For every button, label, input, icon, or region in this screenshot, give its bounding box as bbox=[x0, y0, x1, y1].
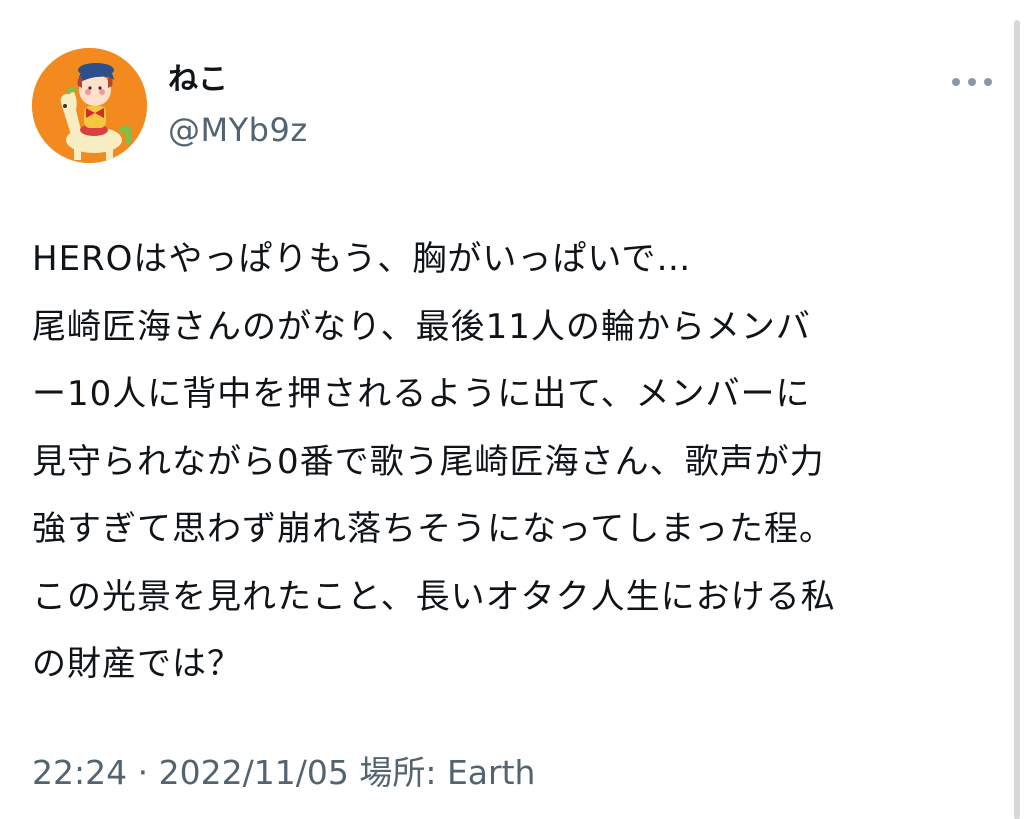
location-value: Earth bbox=[446, 753, 536, 792]
tweet-text-line: 強すぎて思わず崩れ落ちそうになってしまった程。 bbox=[32, 509, 834, 549]
avatar[interactable] bbox=[32, 48, 147, 163]
tweet-text-line: 尾崎匠海さんのがなり、最後11人の輪からメンバ bbox=[32, 306, 811, 347]
more-dots-icon bbox=[984, 78, 992, 86]
tweet-card: ねこ @MYb9z HEROはやっぱりもう、胸がいっぱいで… 尾崎匠海さんのがな… bbox=[0, 0, 1024, 819]
tweet-text-line: HEROはやっぱりもう、胸がいっぱいで… bbox=[32, 239, 692, 279]
more-options-button[interactable] bbox=[952, 70, 992, 94]
tweet-text-line: 見守られながら0番で歌う尾崎匠海さん、歌声が力 bbox=[32, 441, 825, 482]
scrollbar[interactable] bbox=[1014, 20, 1020, 819]
tweet-metadata: 22:24 · 2022/11/05 場所: Earth bbox=[32, 748, 535, 798]
more-dots-icon bbox=[952, 78, 960, 86]
tweet-text: HEROはやっぱりもう、胸がいっぱいで… 尾崎匠海さんのがなり、最後11人の輪か… bbox=[32, 226, 992, 699]
user-handle[interactable]: @MYb9z bbox=[168, 110, 308, 150]
display-name[interactable]: ねこ bbox=[168, 60, 228, 100]
tweet-date[interactable]: 2022/11/05 bbox=[159, 753, 349, 792]
tweet-text-line: この光景を見れたこと、長いオタク人生における私 bbox=[32, 576, 836, 617]
tweet-text-line: の財産では？ bbox=[32, 644, 242, 684]
tweet-text-line: ー10人に背中を押されるように出て、メンバーに bbox=[32, 374, 811, 414]
tweet-time[interactable]: 22:24 bbox=[32, 753, 127, 792]
location-label: 場所: bbox=[359, 753, 437, 792]
meta-separator: · bbox=[137, 753, 149, 792]
avatar-illustration bbox=[32, 48, 147, 163]
more-dots-icon bbox=[968, 78, 976, 86]
